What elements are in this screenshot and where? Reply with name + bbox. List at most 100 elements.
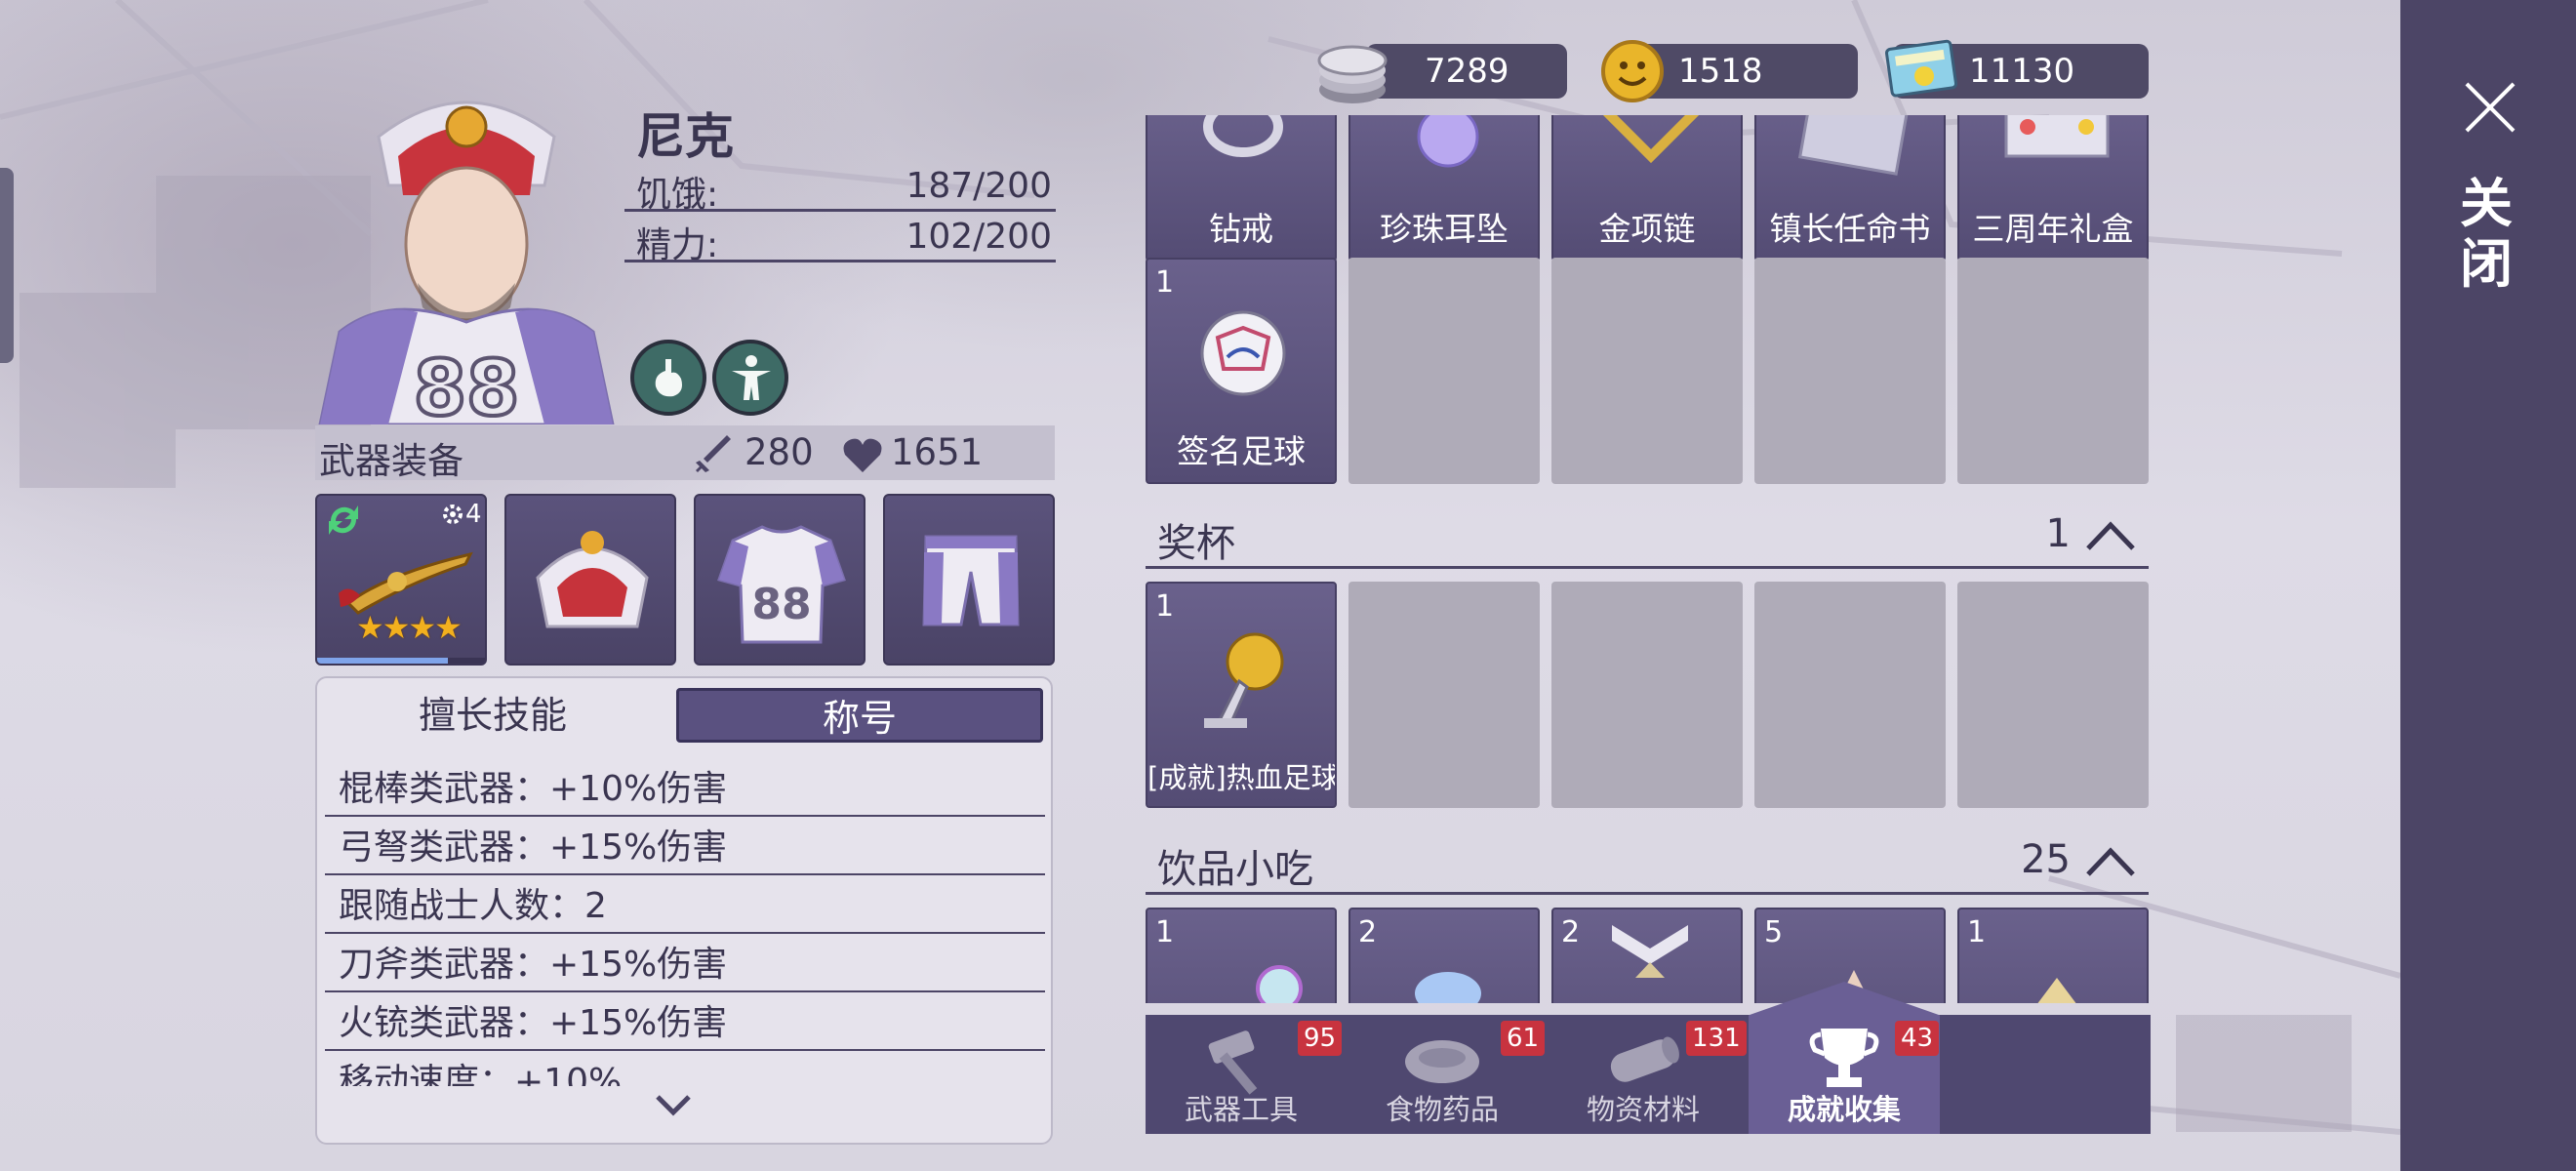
skill-row: 火铳类武器：+15%伤害: [325, 996, 1045, 1051]
fitness-status-icon[interactable]: [712, 340, 788, 416]
cotton-candy-icon: [1415, 972, 1481, 1003]
item-count: 1: [1155, 589, 1175, 624]
energy-label: 精力:: [636, 225, 719, 265]
item-label: 三周年礼盒: [1972, 210, 2134, 248]
hunger-value: 187/200: [906, 166, 1052, 206]
skill-row: 跟随战士人数：2: [325, 879, 1045, 934]
weapon-durability-bar: [317, 658, 449, 664]
gold-coin-value: 1518: [1678, 52, 1763, 91]
cake-slice-icon: [2037, 978, 2076, 1003]
tab-materials[interactable]: 131 物资材料: [1548, 1015, 1747, 1134]
gold-necklace-icon: [1602, 115, 1700, 164]
inventory-item[interactable]: 1 签名足球: [1146, 258, 1337, 484]
inventory-item[interactable]: 1: [1957, 908, 2149, 1003]
tab-label: 成就收集: [1787, 1093, 1901, 1126]
svg-text:88: 88: [751, 580, 811, 629]
item-count: 1: [1155, 915, 1175, 949]
tab-badge: 95: [1298, 1021, 1343, 1056]
item-label: 金项链: [1598, 210, 1696, 248]
candy-ball-icon: [1256, 965, 1303, 1003]
meat-icon: [1405, 1040, 1479, 1083]
silver-coin-value: 7289: [1425, 52, 1509, 91]
close-icon[interactable]: [2463, 80, 2517, 135]
inventory-item[interactable]: 镇长任命书: [1754, 115, 1946, 262]
weapon-slot[interactable]: 4 ★★★★: [315, 494, 487, 666]
rice-dumpling-icon: [1612, 925, 1688, 978]
signed-football-icon: [1200, 310, 1286, 396]
skills-panel: 擅长技能 称号 棍棒类武器：+10%伤害 弓弩类武器：+15%伤害 跟随战士人数…: [315, 676, 1053, 1145]
ticket-value: 11130: [1969, 52, 2075, 91]
pearl-earring-icon: [1417, 115, 1479, 168]
trophy-icon: [1809, 1029, 1879, 1087]
sword-icon: [696, 435, 731, 472]
anniversary-gift-box-icon: [2004, 115, 2110, 158]
category-tab-bar: 95 武器工具 61 食物药品 131 物资材料 43 成就收集: [1146, 982, 2151, 1134]
empty-slot[interactable]: [1957, 582, 2149, 808]
snacks-section-header[interactable]: 饮品小吃 25: [1146, 833, 2149, 895]
chevron-up-icon[interactable]: [2086, 847, 2135, 876]
empty-slot[interactable]: [1348, 582, 1540, 808]
item-label: 钻戒: [1209, 210, 1273, 248]
item-label: [成就]热血足球: [1147, 761, 1337, 794]
stomach-status-icon[interactable]: [630, 340, 706, 416]
weapon-equipment-title: 武器装备: [319, 440, 463, 482]
chevron-up-icon[interactable]: [2086, 521, 2135, 550]
tab-label: 物资材料: [1586, 1093, 1700, 1126]
snacks-section-title: 饮品小吃: [1157, 847, 1313, 892]
item-count: 2: [1358, 915, 1378, 949]
empty-slot[interactable]: [1957, 258, 2149, 484]
empty-slot[interactable]: [1551, 258, 1743, 484]
left-edge-handle[interactable]: [0, 168, 14, 363]
inventory-item[interactable]: 1: [1146, 908, 1337, 1003]
item-count: 2: [1561, 915, 1581, 949]
inventory-scroll-area[interactable]: 钻戒 珍珠耳坠 金项链 镇长任命书 三周年礼盒 1 签名足球 奖杯 1 1 [成…: [1142, 115, 2153, 1003]
tab-titles[interactable]: 称号: [676, 688, 1043, 743]
inventory-item[interactable]: 钻戒: [1146, 115, 1337, 262]
tab-label: 食物药品: [1385, 1093, 1499, 1126]
hp-value: 1651: [891, 431, 984, 473]
silver-coins-icon: [1317, 45, 1388, 103]
inventory-item[interactable]: 1 [成就]热血足球: [1146, 582, 1337, 808]
empty-slot[interactable]: [1551, 582, 1743, 808]
log-icon: [1610, 1036, 1679, 1082]
trophy-section-header[interactable]: 奖杯 1: [1146, 507, 2149, 569]
trophy-section-count: 1: [2045, 511, 2071, 556]
skill-row-clipped: 移动速度：+10%: [325, 1055, 1045, 1086]
item-count: 5: [1764, 915, 1784, 949]
empty-slot[interactable]: [1348, 258, 1540, 484]
heart-icon: [843, 438, 882, 472]
ticket-icon: [1885, 39, 1958, 98]
hunger-stat: 饥饿: 187/200: [624, 160, 1056, 215]
character-portrait: 88: [318, 101, 615, 424]
jersey-number: 88: [414, 345, 520, 424]
weapon-stars: ★★★★: [356, 609, 463, 646]
item-label: 签名足球: [1177, 432, 1306, 470]
energy-value: 102/200: [906, 217, 1052, 257]
helmet-slot[interactable]: [504, 494, 676, 666]
attack-value: 280: [745, 431, 814, 473]
gear-icon: [443, 505, 463, 524]
weapon-level: 4: [465, 500, 482, 529]
inventory-item[interactable]: 2: [1551, 908, 1743, 1003]
skill-row: 弓弩类武器：+15%伤害: [325, 821, 1045, 875]
silver-coin-counter: 7289: [1366, 44, 1567, 99]
tab-food-medicine[interactable]: 61 食物药品: [1347, 1015, 1546, 1134]
empty-slot[interactable]: [1754, 582, 1946, 808]
inventory-item[interactable]: 金项链: [1551, 115, 1743, 262]
trophy-section-title: 奖杯: [1157, 521, 1235, 566]
inventory-item[interactable]: 珍珠耳坠: [1348, 115, 1540, 262]
item-count: 1: [1155, 265, 1175, 300]
shorts-slot[interactable]: [883, 494, 1055, 666]
chevron-down-icon[interactable]: [654, 1085, 693, 1124]
tab-specialty-skills[interactable]: 擅长技能: [327, 688, 659, 743]
empty-slot[interactable]: [1754, 258, 1946, 484]
tab-weapons-tools[interactable]: 95 武器工具: [1146, 1015, 1343, 1134]
gold-coin-icon: [1601, 40, 1664, 102]
inventory-item[interactable]: 三周年礼盒: [1957, 115, 2149, 262]
inventory-item[interactable]: 2: [1348, 908, 1540, 1003]
jersey-slot[interactable]: 88: [694, 494, 865, 666]
close-label[interactable]: 关闭: [2457, 174, 2516, 295]
energy-stat: 精力: 102/200: [624, 211, 1056, 265]
hunger-label: 饥饿:: [636, 175, 719, 215]
weapon-equipment-header: 武器装备 280 1651: [315, 425, 1055, 482]
